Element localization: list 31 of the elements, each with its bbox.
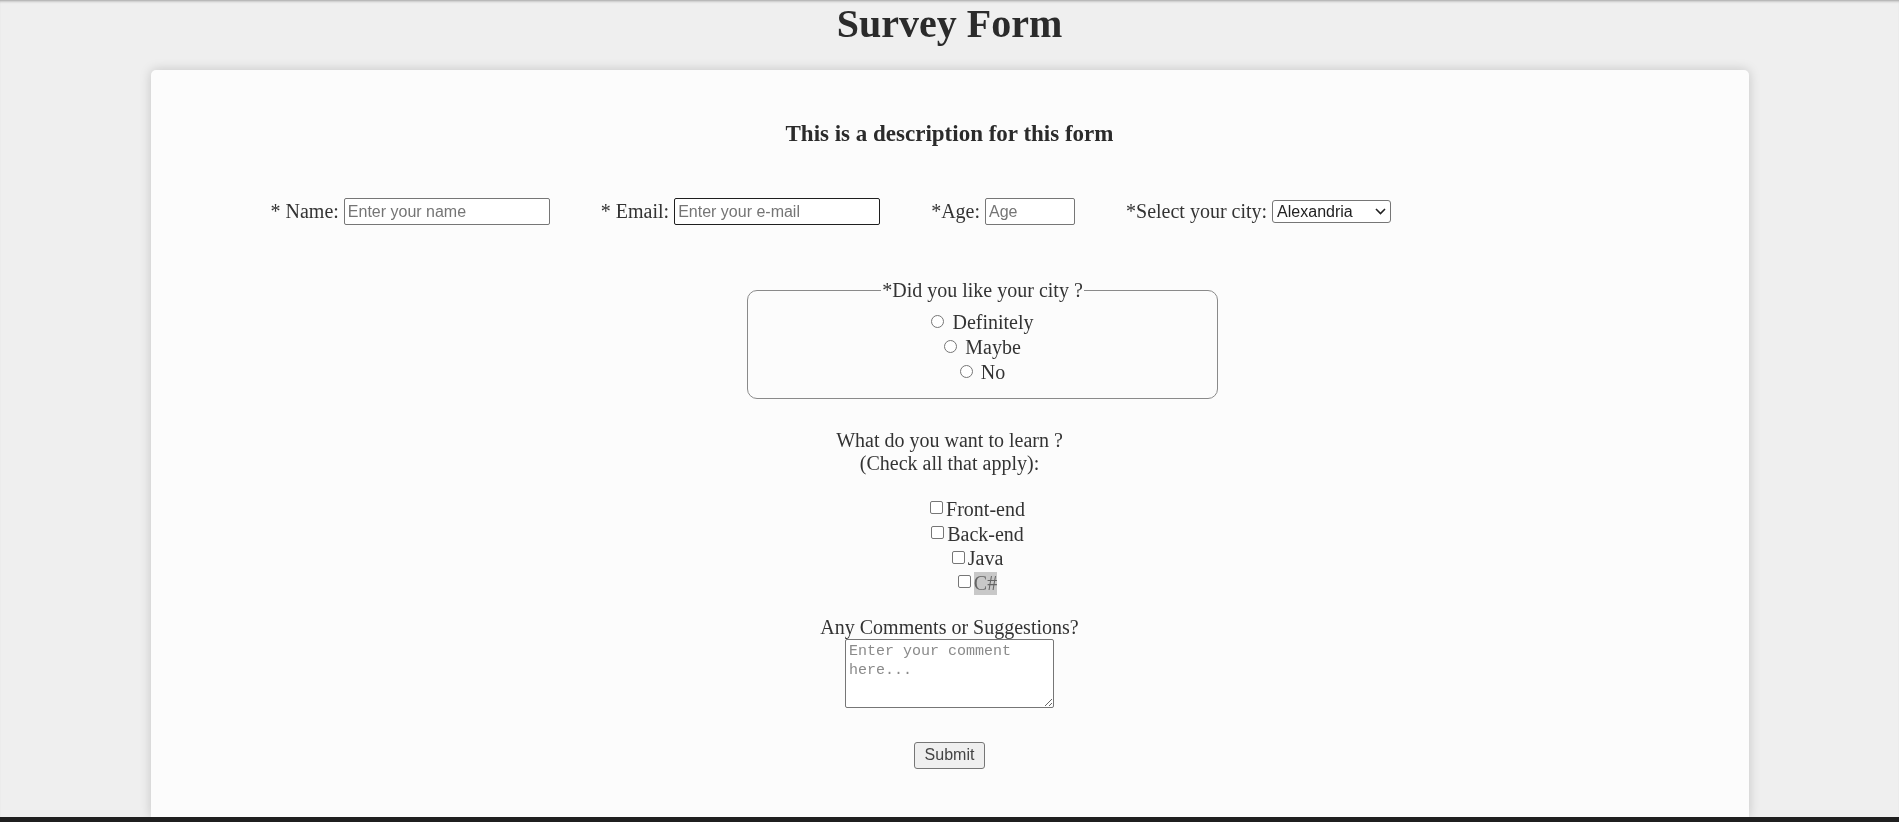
checkbox[interactable] [957, 575, 971, 589]
field-label: *Select your city: [1126, 200, 1268, 223]
checkbox[interactable] [951, 550, 965, 564]
page-title: Survey Form [836, 0, 1063, 48]
option-label: Definitely [952, 311, 1034, 334]
option-label: Back-end [947, 522, 1024, 546]
input-field[interactable]: Enter your e-mail [674, 198, 881, 225]
radio-button[interactable] [944, 339, 958, 353]
group-legend: *Did you like your city ? [881, 279, 1084, 302]
question-text: What do you want to learn ? [836, 429, 1063, 452]
city-select[interactable]: Alexandria [1272, 200, 1392, 223]
question-hint: (Check all that apply): [859, 452, 1040, 475]
field-label: * Name: [270, 200, 339, 223]
submit-button[interactable]: Submit [914, 741, 985, 769]
option-label: Maybe [965, 336, 1021, 359]
radio-button[interactable] [931, 314, 945, 328]
form-description: This is a description for this form [785, 120, 1114, 148]
option-label: Java [967, 547, 1004, 571]
field-label: * Email: [600, 200, 670, 223]
comment-field[interactable]: Enter your comment here... [845, 638, 1054, 708]
comments-label: Any Comments or Suggestions? [820, 615, 1079, 639]
input-field[interactable]: Enter your name [343, 198, 550, 225]
field-label: *Age: [931, 200, 981, 223]
option-label: Front-end [946, 497, 1025, 521]
chevron-down-icon [1375, 208, 1387, 215]
radio-button[interactable] [959, 364, 973, 378]
checkbox[interactable] [930, 501, 944, 515]
checkbox[interactable] [931, 526, 945, 540]
option-label: No [980, 361, 1006, 384]
input-field[interactable]: Age [985, 198, 1076, 225]
option-label: C# [973, 571, 998, 595]
